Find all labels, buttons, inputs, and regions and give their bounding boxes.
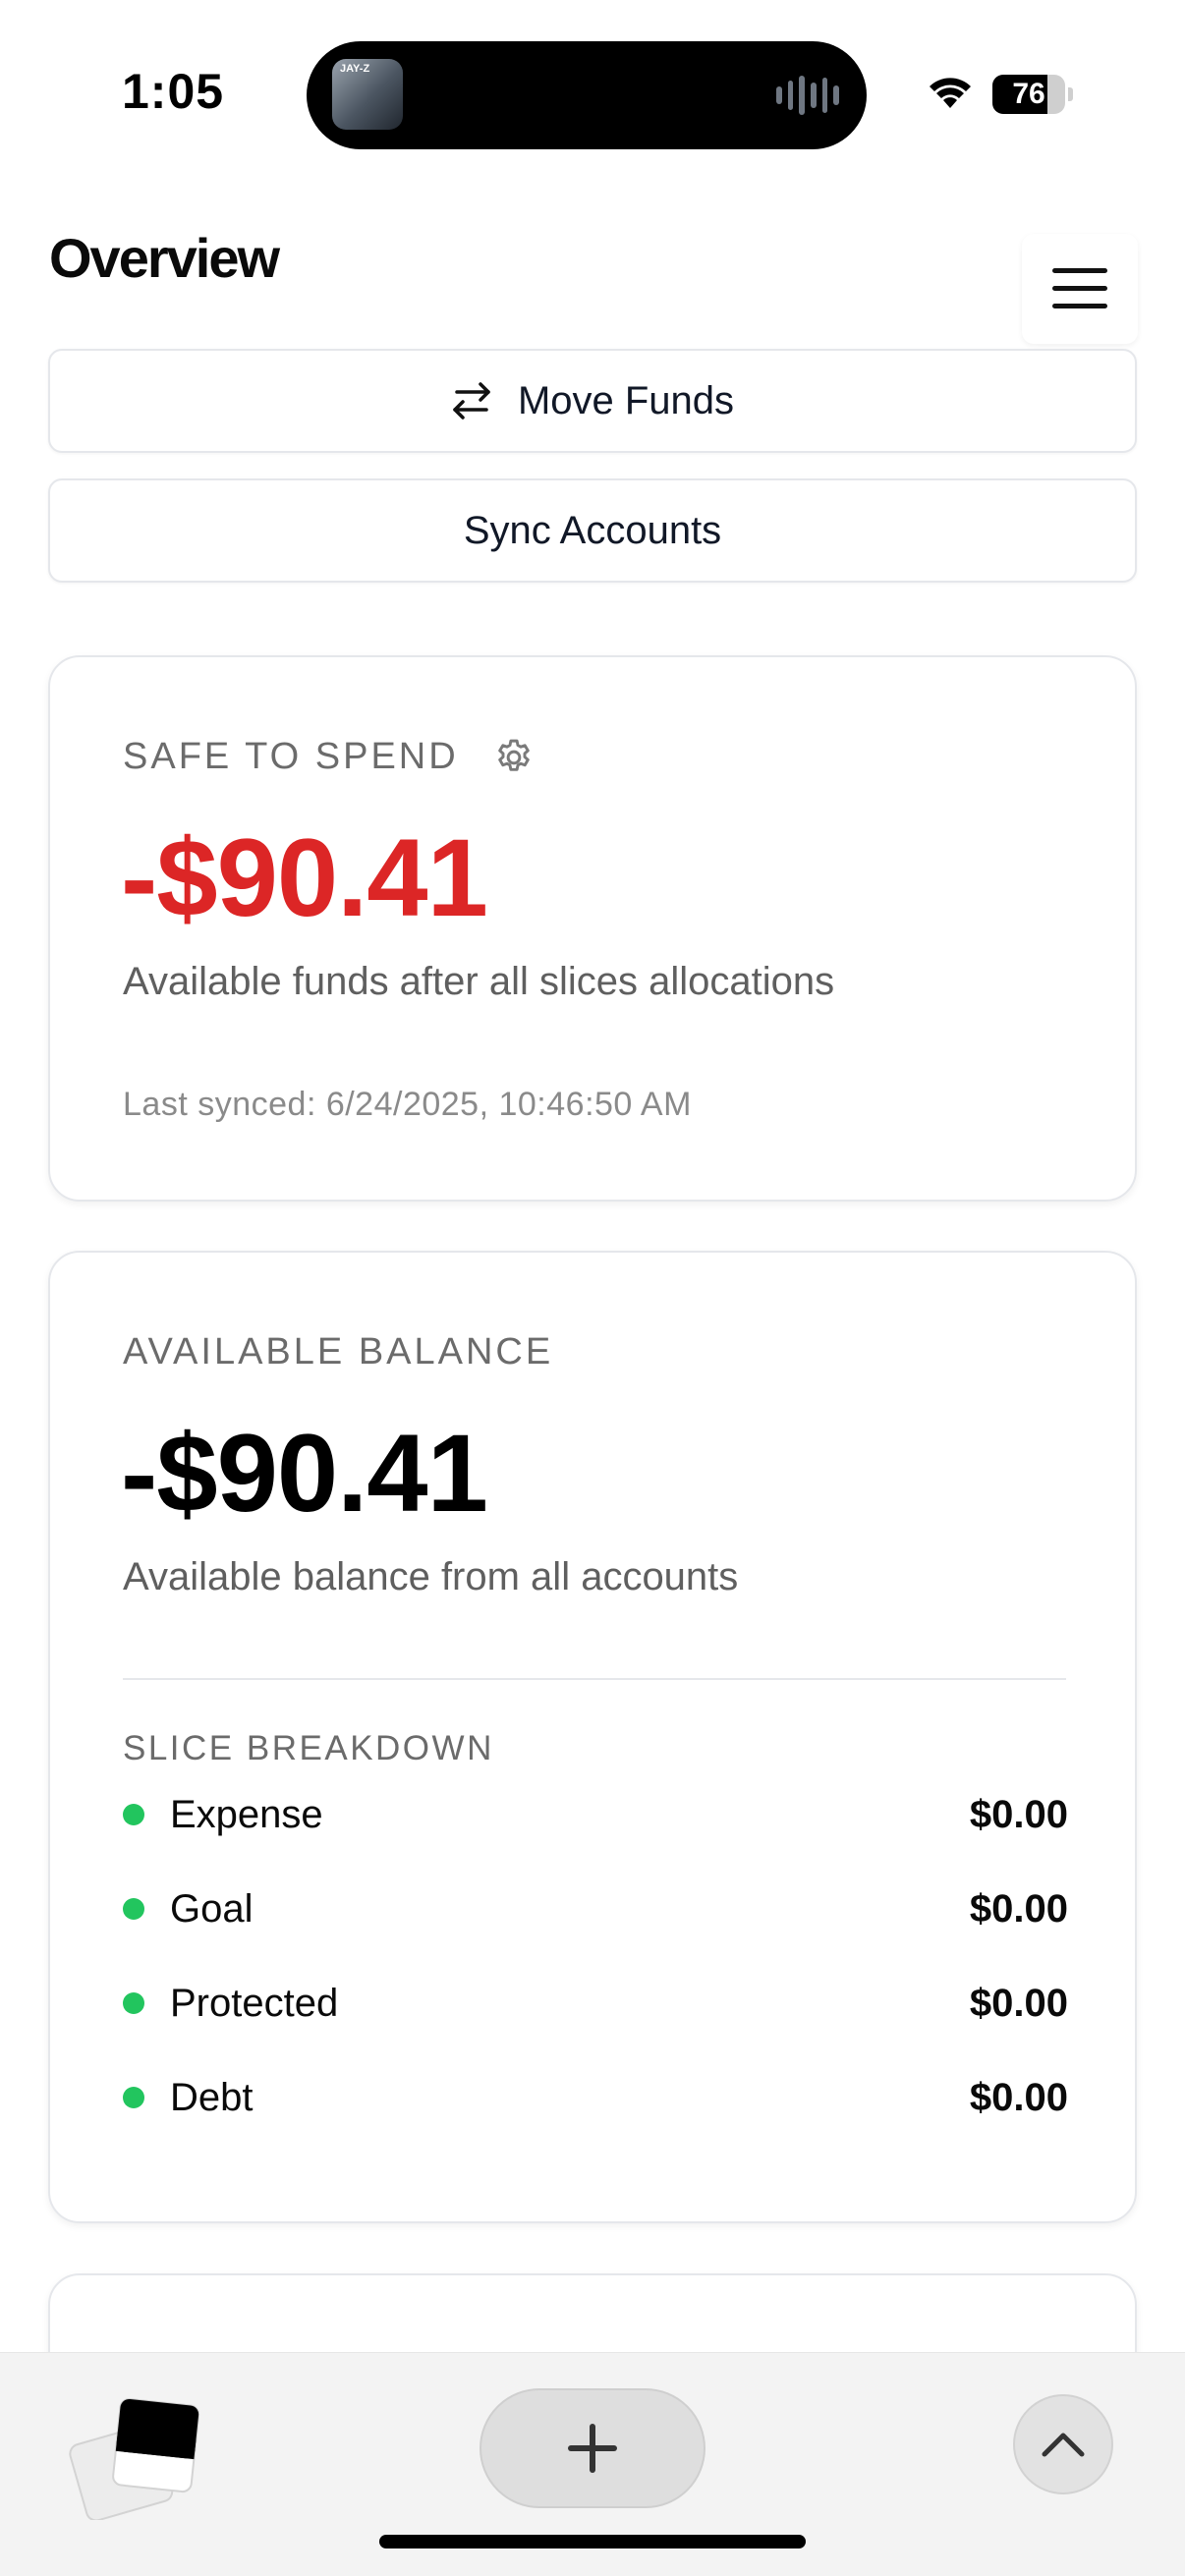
available-balance-label: AVAILABLE BALANCE bbox=[123, 1331, 554, 1372]
status-dot bbox=[123, 1898, 144, 1920]
plus-icon bbox=[568, 2424, 617, 2473]
slice-row-expense: Expense $0.00 bbox=[123, 1785, 1068, 1844]
status-time: 1:05 bbox=[122, 64, 225, 119]
status-dot bbox=[123, 1804, 144, 1825]
move-funds-label: Move Funds bbox=[517, 378, 735, 422]
slice-row-goal: Goal $0.00 bbox=[123, 1879, 1068, 1938]
tabs-icon[interactable] bbox=[69, 2392, 206, 2520]
move-funds-button[interactable]: Move Funds bbox=[48, 349, 1137, 453]
slice-row-debt: Debt $0.00 bbox=[123, 2068, 1068, 2127]
menu-button[interactable] bbox=[1022, 234, 1138, 344]
slice-value: $0.00 bbox=[969, 1886, 1068, 1931]
available-balance-card: AVAILABLE BALANCE -$90.41 Available bala… bbox=[48, 1251, 1137, 2223]
home-indicator[interactable] bbox=[379, 2535, 806, 2548]
album-art-text: JAY-Z bbox=[340, 63, 370, 75]
safe-to-spend-amount: -$90.41 bbox=[121, 816, 488, 939]
slice-value: $0.00 bbox=[969, 1792, 1068, 1836]
add-button[interactable] bbox=[480, 2388, 705, 2508]
slice-name: Protected bbox=[170, 1981, 339, 2025]
safe-to-spend-description: Available funds after all slices allocat… bbox=[123, 960, 835, 1003]
status-dot bbox=[123, 1992, 144, 2014]
album-art-icon: JAY-Z bbox=[332, 59, 403, 130]
page-title: Overview bbox=[49, 227, 280, 289]
slice-name: Goal bbox=[170, 1886, 254, 1931]
divider bbox=[123, 1678, 1066, 1680]
dynamic-island[interactable]: JAY-Z bbox=[307, 41, 867, 149]
slice-name: Expense bbox=[170, 1792, 323, 1836]
slice-value: $0.00 bbox=[969, 2075, 1068, 2119]
safe-to-spend-label: SAFE TO SPEND bbox=[123, 736, 459, 777]
status-dot bbox=[123, 2087, 144, 2108]
arrows-left-right-icon bbox=[453, 382, 490, 420]
last-synced-text: Last synced: 6/24/2025, 10:46:50 AM bbox=[123, 1086, 692, 1123]
battery-level: 76 bbox=[1012, 78, 1045, 110]
available-balance-description: Available balance from all accounts bbox=[123, 1555, 739, 1598]
battery-icon: 76 bbox=[992, 75, 1073, 114]
sync-accounts-label: Sync Accounts bbox=[463, 508, 722, 552]
waveform-icon bbox=[776, 75, 840, 116]
slice-row-protected: Protected $0.00 bbox=[123, 1974, 1068, 2033]
gear-icon[interactable] bbox=[492, 736, 536, 779]
safe-to-spend-card: SAFE TO SPEND -$90.41 Available funds af… bbox=[48, 655, 1137, 1202]
chevron-up-icon bbox=[1042, 2433, 1085, 2457]
slice-name: Debt bbox=[170, 2075, 254, 2119]
slice-breakdown-label: SLICE BREAKDOWN bbox=[123, 1729, 494, 1767]
hamburger-menu-icon bbox=[1052, 268, 1107, 308]
scroll-up-button[interactable] bbox=[1013, 2394, 1160, 2502]
sync-accounts-button[interactable]: Sync Accounts bbox=[48, 478, 1137, 583]
status-bar: 1:05 JAY-Z 76 bbox=[0, 0, 1185, 177]
wifi-icon bbox=[930, 78, 971, 108]
available-balance-amount: -$90.41 bbox=[121, 1412, 488, 1535]
slice-value: $0.00 bbox=[969, 1981, 1068, 2025]
